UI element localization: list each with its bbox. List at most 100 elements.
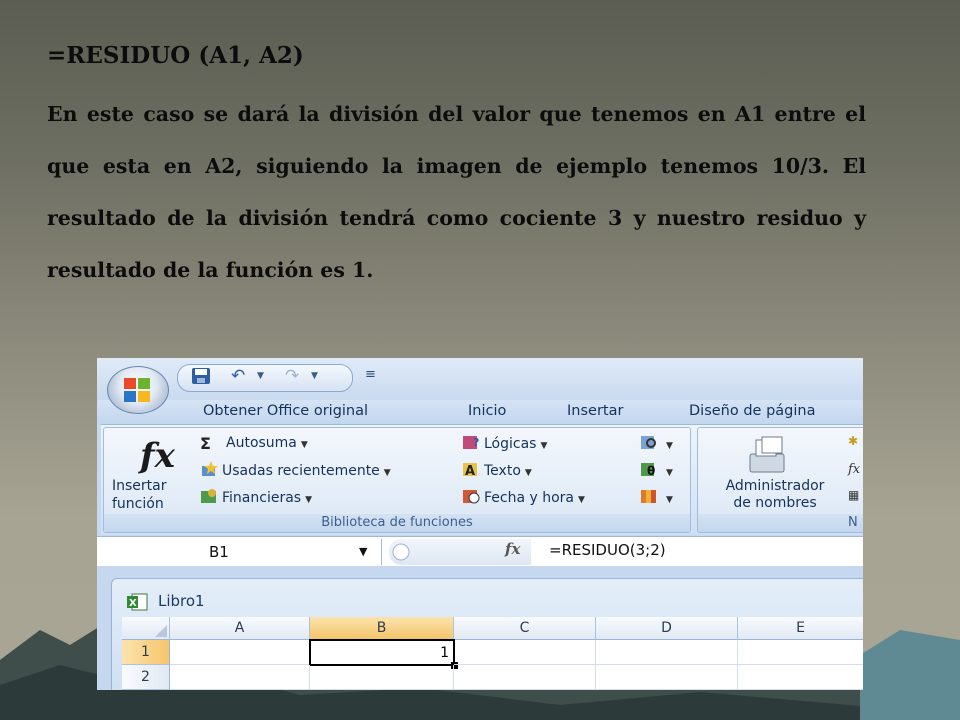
financial-book-icon: [201, 489, 216, 503]
clock-book-icon: [463, 490, 480, 504]
text-dropdown-icon: ▼: [524, 468, 532, 478]
insert-function-button[interactable]: Insertar función: [112, 477, 188, 513]
datetime-dropdown-icon: ▼: [578, 495, 585, 505]
autosum-button[interactable]: Σ Autosuma ▼: [200, 434, 308, 453]
cell-d1[interactable]: [596, 640, 738, 665]
financial-dropdown-icon: ▼: [305, 495, 312, 505]
name-box[interactable]: B1 ▼: [97, 539, 382, 565]
logical-functions-button[interactable]: ? Lógicas ▼: [462, 434, 547, 452]
ribbon: fx Insertar función Σ Autosuma ▼ Usadas re…: [101, 424, 863, 535]
logical-book-icon: ?: [463, 436, 479, 449]
text-functions-button[interactable]: A Texto ▼: [462, 461, 532, 479]
define-name-icon[interactable]: ✱: [848, 434, 858, 448]
name-manager-label-line2: de nombres: [733, 495, 817, 511]
undo-dropdown-icon[interactable]: ▼: [257, 371, 264, 381]
spreadsheet-grid: A B C D E 1 2 1: [122, 617, 863, 690]
math-functions-button[interactable]: θ ▼: [640, 461, 673, 479]
tab-office-original[interactable]: Obtener Office original: [203, 403, 368, 419]
office-button[interactable]: [107, 366, 169, 414]
cell-a1[interactable]: [170, 640, 310, 665]
svg-text:θ: θ: [647, 464, 655, 477]
name-manager-label-line1: Administrador: [725, 478, 825, 494]
insert-function-label-line1: Insertar: [112, 478, 167, 494]
svg-text:A: A: [465, 464, 475, 477]
row-header-1[interactable]: 1: [122, 640, 170, 665]
autosum-dropdown-icon: ▼: [300, 440, 308, 450]
cell-c2[interactable]: [454, 665, 596, 690]
cell-e2[interactable]: [738, 665, 863, 690]
cell-e1[interactable]: [738, 640, 863, 665]
function-library-label: Biblioteca de funciones: [104, 514, 690, 532]
financial-functions-label: Financieras: [222, 490, 302, 506]
ribbon-tabs: Obtener Office original Inicio Insertar …: [97, 400, 863, 424]
column-header-e[interactable]: E: [738, 617, 863, 640]
resize-handle-icon[interactable]: [391, 542, 411, 562]
datetime-functions-button[interactable]: Fecha y hora ▼: [462, 488, 585, 506]
logical-functions-label: Lógicas: [484, 436, 537, 452]
cell-d2[interactable]: [596, 665, 738, 690]
math-dropdown-icon: ▼: [666, 468, 673, 478]
slide-paragraph: En este caso se dará la división del val…: [47, 102, 866, 282]
recent-functions-button[interactable]: Usadas recientemente ▼: [200, 461, 391, 479]
cell-a2[interactable]: [170, 665, 310, 690]
tab-inicio[interactable]: Inicio: [468, 403, 506, 419]
autosum-label: Autosuma: [226, 435, 297, 451]
lookup-functions-button[interactable]: ▼: [640, 434, 673, 452]
tab-insertar[interactable]: Insertar: [567, 403, 623, 419]
name-manager-button[interactable]: Administrador de nombres: [706, 478, 844, 512]
defined-names-label: N: [698, 514, 863, 532]
name-box-dropdown-icon[interactable]: ▼: [359, 545, 367, 558]
cell-b1[interactable]: 1: [309, 639, 455, 666]
use-in-formula-icon[interactable]: fx: [848, 462, 860, 477]
logical-dropdown-icon: ▼: [540, 441, 548, 451]
cell-c1[interactable]: [454, 640, 596, 665]
datetime-functions-label: Fecha y hora: [484, 490, 575, 506]
redo-dropdown-icon[interactable]: ▼: [311, 371, 318, 381]
books-icon: [641, 490, 656, 503]
cell-b2[interactable]: [310, 665, 454, 690]
formula-input[interactable]: =RESIDUO(3;2): [549, 541, 666, 559]
column-header-a[interactable]: A: [170, 617, 310, 640]
lookup-dropdown-icon: ▼: [666, 441, 673, 451]
redo-icon[interactable]: ↷: [285, 366, 299, 386]
excel-workbook-icon: X: [127, 593, 148, 611]
workbook-title: Libro1: [158, 592, 205, 610]
function-library-group: fx Insertar función Σ Autosuma ▼ Usadas re…: [103, 427, 691, 533]
lookup-book-icon: [641, 436, 656, 449]
workbook-area: X Libro1 A B C D E 1 2 1: [97, 566, 863, 690]
name-box-value: B1: [209, 543, 229, 561]
more-functions-button[interactable]: ▼: [640, 488, 673, 506]
customize-toolbar-icon[interactable]: ≡: [365, 367, 376, 382]
star-book-icon: [202, 461, 218, 476]
select-all-corner[interactable]: [122, 617, 170, 640]
financial-functions-button[interactable]: Financieras ▼: [200, 488, 312, 506]
recent-functions-label: Usadas recientemente: [222, 463, 380, 479]
save-icon[interactable]: [191, 367, 211, 385]
office-logo-icon: [124, 378, 150, 402]
quick-access-toolbar: ↶ ▼ ↷ ▼ ≡: [97, 358, 863, 400]
create-from-selection-icon[interactable]: ▦: [848, 488, 859, 502]
name-manager-icon[interactable]: [746, 436, 792, 476]
sigma-icon: Σ: [200, 434, 211, 453]
select-all-icon: [155, 625, 167, 637]
svg-text:?: ?: [473, 436, 479, 449]
defined-names-group: Administrador de nombres ✱ fx ▦ N: [697, 427, 863, 533]
formula-bar: B1 ▼ fx =RESIDUO(3;2): [97, 536, 863, 568]
insert-function-icon[interactable]: fx: [140, 436, 175, 476]
recent-dropdown-icon: ▼: [383, 468, 391, 478]
text-functions-label: Texto: [484, 463, 521, 479]
tab-diseno-pagina[interactable]: Diseño de página: [689, 403, 815, 419]
column-header-d[interactable]: D: [596, 617, 738, 640]
column-header-c[interactable]: C: [454, 617, 596, 640]
slide-title: =RESIDUO (A1, A2): [47, 42, 304, 69]
workbook-window: X Libro1 A B C D E 1 2 1: [111, 578, 863, 690]
excel-screenshot: ↶ ▼ ↷ ▼ ≡ Obtener Office original Inicio…: [97, 358, 863, 690]
svg-text:X: X: [129, 598, 137, 609]
text-book-icon: A: [463, 463, 477, 477]
insert-function-label-line2: función: [112, 496, 164, 512]
fx-icon[interactable]: fx: [505, 540, 520, 558]
more-dropdown-icon: ▼: [666, 495, 673, 505]
undo-icon[interactable]: ↶: [231, 366, 245, 386]
row-header-2[interactable]: 2: [122, 665, 170, 690]
column-header-b[interactable]: B: [310, 617, 454, 640]
